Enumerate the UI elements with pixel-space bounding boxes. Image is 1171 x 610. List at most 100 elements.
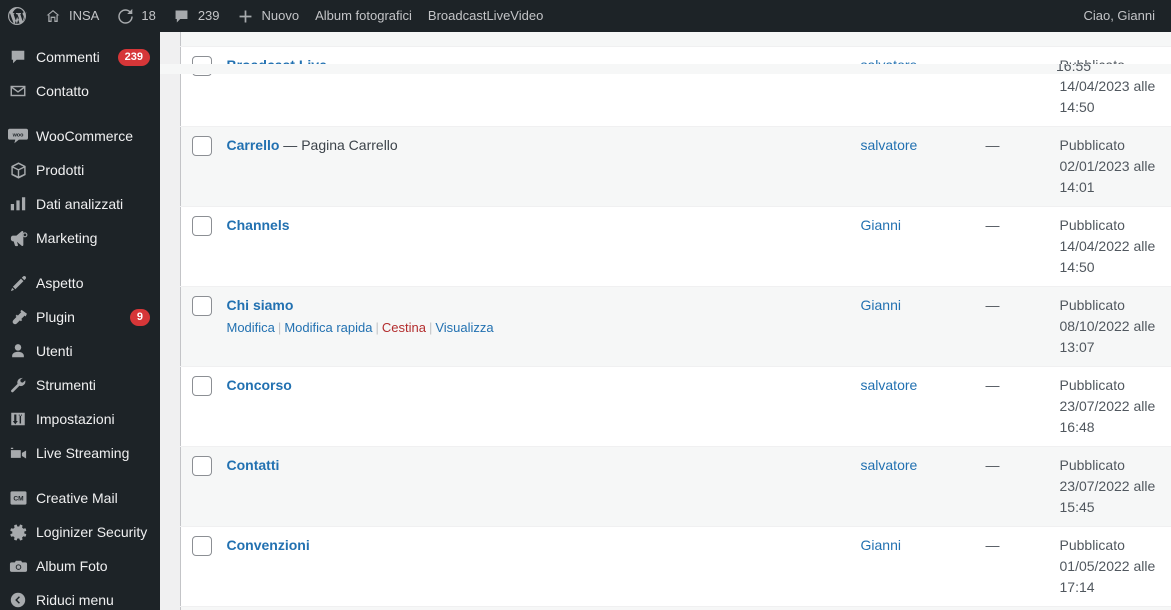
- sidebar-item-aspetto[interactable]: Aspetto: [0, 266, 160, 300]
- author-cell: Gianni: [850, 525, 976, 606]
- date-cell: Pubblicato21/04/2021 alle: [1049, 605, 1171, 610]
- row-checkbox[interactable]: [192, 295, 212, 316]
- video-camera-icon: [0, 444, 36, 463]
- row-select-cell: [180, 445, 217, 526]
- page-title-link[interactable]: Contatti: [227, 457, 280, 473]
- sidebar-item-creative-mail[interactable]: CM Creative Mail: [0, 481, 160, 515]
- plugin-count-badge: 9: [129, 308, 150, 326]
- page-title-suffix: — Pagina Carrello: [279, 136, 398, 153]
- admin-sidebar: Commenti 239 Contatto woo WooCommerce Pr…: [0, 32, 160, 610]
- date-value: 02/01/2023 alle 14:01: [1059, 157, 1156, 195]
- comment-bubble-icon: [172, 6, 192, 26]
- author-link[interactable]: Gianni: [861, 537, 901, 553]
- date-status: Pubblicato: [1059, 456, 1125, 473]
- comments-value: —: [985, 296, 1000, 313]
- row-checkbox[interactable]: [192, 215, 212, 236]
- table-row: Contatti salvatore — Pubblicato 23/07/2022 a…: [180, 445, 1171, 526]
- author-link[interactable]: salvatore: [861, 457, 918, 473]
- admin-bar-item-site-name[interactable]: INSA: [35, 0, 107, 32]
- date-status: Pubblicato: [1059, 536, 1125, 553]
- row-select-cell: [180, 525, 217, 606]
- admin-bar: INSA 18 239 Nuovo Album fotografici Broa…: [0, 0, 1171, 32]
- sidebar-item-woocommerce[interactable]: woo WooCommerce: [0, 119, 160, 153]
- row-checkbox[interactable]: [192, 135, 212, 156]
- sidebar-item-marketing[interactable]: Marketing: [0, 221, 160, 255]
- page-title-cell: Carrello — Pagina Carrello: [216, 125, 851, 206]
- page-title-cell: Chi siamo Modifica | Modifica rapida | Cestin…: [216, 285, 851, 366]
- sidebar-item-label: Prodotti: [36, 162, 85, 178]
- sidebar-item-contatto[interactable]: Contatto: [0, 74, 160, 108]
- row-action-view[interactable]: Visualizza: [435, 320, 493, 335]
- comments-value: —: [985, 216, 1000, 233]
- admin-bar-greeting: Ciao, Gianni: [1083, 8, 1155, 23]
- admin-bar-item-photo-albums[interactable]: Album fotografici: [307, 0, 420, 32]
- sidebar-item-utenti[interactable]: Utenti: [0, 334, 160, 368]
- sidebar-item-live-streaming[interactable]: Live Streaming: [0, 436, 160, 470]
- admin-bar-item-new-content[interactable]: Nuovo: [228, 0, 308, 32]
- sidebar-item-plugin[interactable]: Plugin 9: [0, 300, 160, 334]
- wordpress-logo-icon: [7, 6, 27, 26]
- page-title-link[interactable]: Concorso: [227, 377, 292, 393]
- admin-bar-spacer: [551, 0, 1075, 32]
- row-action-trash[interactable]: Cestina: [382, 320, 426, 335]
- table-row: Channels Gianni — Pubblicato 14/04/2022 alle…: [180, 205, 1171, 286]
- sidebar-item-dati-analizzati[interactable]: Dati analizzati: [0, 187, 160, 221]
- page-title-cell: Contatti: [216, 445, 851, 526]
- date-status: Pubblicato: [1059, 136, 1125, 153]
- sidebar-separator: [0, 470, 160, 481]
- page-title-cell: Documenti: [216, 605, 851, 610]
- bar-chart-icon: [0, 195, 36, 213]
- row-actions: Modifica | Modifica rapida | Cestina | Visuali…: [227, 316, 841, 339]
- row-action-edit[interactable]: Modifica: [227, 320, 275, 335]
- sidebar-item-label: Marketing: [36, 230, 98, 246]
- author-link[interactable]: salvatore: [861, 137, 918, 153]
- page-title-link[interactable]: Channels: [227, 217, 290, 233]
- date-cell: Pubblicato 23/07/2022 alle 15:45: [1049, 445, 1171, 526]
- author-cell: Gianni: [850, 285, 976, 366]
- table-row: Chi siamo Modifica | Modifica rapida | Cestin…: [180, 285, 1171, 366]
- author-cell: salvatore: [850, 45, 976, 126]
- admin-bar-item-broadcast-live-video[interactable]: BroadcastLiveVideo: [420, 0, 551, 32]
- sliders-icon: [0, 410, 36, 428]
- date-cell: Pubblicato 23/07/2022 alle 16:48: [1049, 365, 1171, 446]
- row-select-cell: [180, 605, 217, 610]
- sidebar-item-strumenti[interactable]: Strumenti: [0, 368, 160, 402]
- row-action-quick-edit[interactable]: Modifica rapida: [284, 320, 372, 335]
- page-title-link[interactable]: Convenzioni: [227, 537, 310, 553]
- sidebar-item-label: Commenti: [36, 49, 100, 65]
- page-title-cell: Convenzioni: [216, 525, 851, 606]
- sidebar-item-impostazioni[interactable]: Impostazioni: [0, 402, 160, 436]
- sidebar-item-label: Dati analizzati: [36, 196, 124, 212]
- sidebar-item-riduci-menu[interactable]: Riduci menu: [0, 583, 160, 610]
- sidebar-item-label: Plugin: [36, 309, 75, 325]
- sidebar-item-label: WooCommerce: [36, 128, 133, 144]
- sidebar-item-prodotti[interactable]: Prodotti: [0, 153, 160, 187]
- author-link[interactable]: Gianni: [861, 217, 901, 233]
- author-link[interactable]: Gianni: [861, 297, 901, 313]
- date-cell: Pubblicato14/04/2023 alle 14:50: [1049, 45, 1171, 126]
- comments-value: —: [985, 136, 1000, 153]
- page-title-link[interactable]: Carrello: [227, 137, 280, 153]
- wordpress-logo-menu[interactable]: [0, 0, 35, 32]
- row-action-separator: |: [428, 319, 433, 335]
- page-title-link[interactable]: Chi siamo: [227, 297, 294, 313]
- content-body: Broadcast Livesalvatore—Pubblicato14/04/…: [160, 32, 1171, 610]
- sidebar-item-commenti[interactable]: Commenti 239: [0, 40, 160, 74]
- sidebar-item-label: Loginizer Security: [36, 524, 148, 540]
- sidebar-item-loginizer-security[interactable]: Loginizer Security: [0, 515, 160, 549]
- pages-list-table: Broadcast Livesalvatore—Pubblicato14/04/…: [180, 32, 1171, 610]
- date-status: Pubblicato: [1059, 216, 1125, 233]
- comments-value: —: [985, 536, 1000, 553]
- author-link[interactable]: salvatore: [861, 377, 918, 393]
- row-checkbox[interactable]: [192, 375, 212, 396]
- sidebar-item-label: Creative Mail: [36, 490, 118, 506]
- admin-bar-account-menu[interactable]: Ciao, Gianni: [1075, 0, 1163, 32]
- row-checkbox[interactable]: [192, 455, 212, 476]
- admin-bar-item-comments[interactable]: 239: [164, 0, 228, 32]
- admin-bar-updates-count: 18: [141, 8, 156, 23]
- row-checkbox[interactable]: [192, 535, 212, 556]
- woo-icon: woo: [0, 128, 36, 144]
- sidebar-item-album-foto[interactable]: Album Foto: [0, 549, 160, 583]
- admin-bar-item-updates[interactable]: 18: [107, 0, 163, 32]
- gear-icon: [0, 523, 36, 542]
